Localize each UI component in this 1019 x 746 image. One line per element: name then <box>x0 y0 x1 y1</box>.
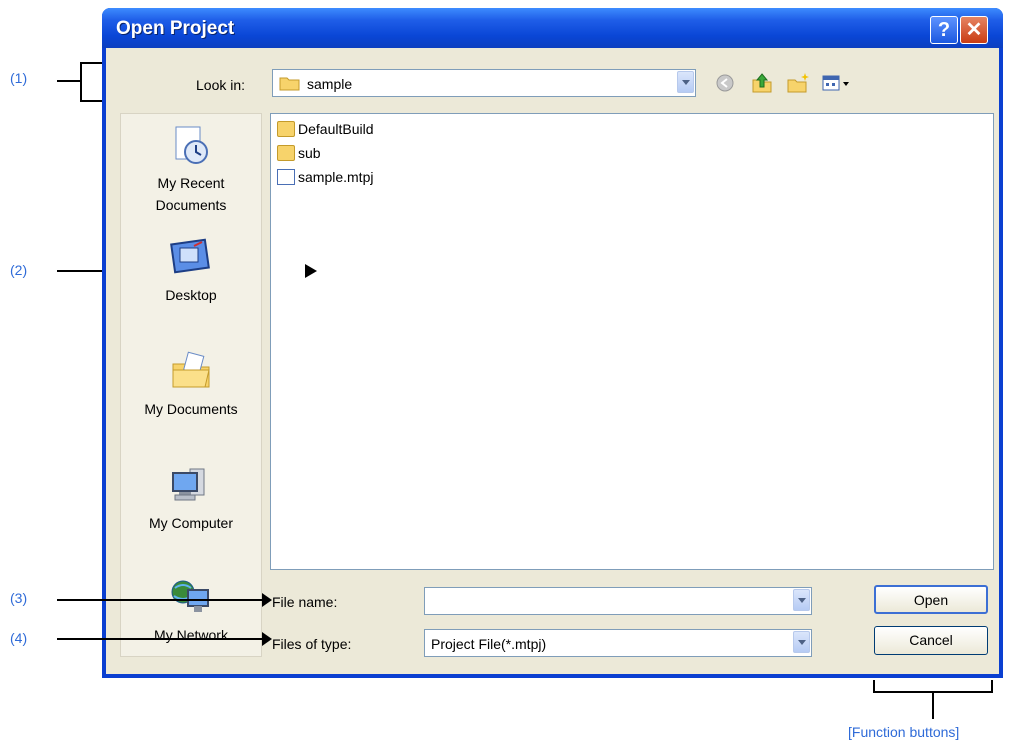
views-menu-icon[interactable] <box>822 74 850 92</box>
place-my-network[interactable]: My Network <box>121 576 261 646</box>
files-of-type-label: Files of type: <box>272 636 352 652</box>
callout-1-line <box>57 80 82 82</box>
place-label: My Computer <box>148 515 234 531</box>
list-item[interactable]: sub <box>277 143 321 163</box>
place-desktop[interactable]: Desktop <box>121 236 261 306</box>
dialog-title: Open Project <box>116 18 235 39</box>
file-name: sub <box>298 145 321 161</box>
callout-2-arrowhead <box>305 264 317 278</box>
place-my-documents[interactable]: My Documents <box>121 350 261 420</box>
files-of-type-dropdown[interactable]: Project File(*.mtpj) <box>424 629 812 657</box>
place-my-computer[interactable]: My Computer <box>121 464 261 534</box>
callout-3-arrowhead <box>262 593 272 607</box>
open-button[interactable]: Open <box>874 585 988 614</box>
callout-2: (2) <box>10 262 28 278</box>
desktop-icon <box>170 238 210 274</box>
callout-4: (4) <box>10 630 28 646</box>
title-bar[interactable]: Open Project ? ✕ <box>102 8 1003 48</box>
file-name: DefaultBuild <box>298 121 374 137</box>
close-button[interactable]: ✕ <box>960 16 988 44</box>
new-folder-icon[interactable] <box>786 72 810 94</box>
recent-documents-icon <box>175 126 208 164</box>
places-bar: My Recent Documents Desktop My Documents <box>120 113 262 657</box>
callout-3-line <box>57 599 267 601</box>
file-name-input[interactable] <box>424 587 812 615</box>
my-network-icon <box>171 580 209 612</box>
place-my-recent-documents[interactable]: My Recent Documents <box>121 124 261 216</box>
folder-icon <box>279 77 300 91</box>
open-project-dialog: Open Project ? ✕ Look in: sample My Rece… <box>102 8 1003 678</box>
file-name-dropdown-arrow[interactable] <box>793 589 810 611</box>
callout-4-arrowhead <box>262 632 272 646</box>
look-in-dropdown[interactable]: sample <box>272 69 696 97</box>
my-computer-icon <box>172 468 205 501</box>
place-label: Desktop <box>165 287 217 303</box>
list-item[interactable]: sample.mtpj <box>277 167 373 187</box>
folder-icon <box>277 121 295 137</box>
look-in-dropdown-arrow[interactable] <box>677 71 694 93</box>
function-buttons-bracket-stem <box>932 691 934 719</box>
file-list[interactable]: DefaultBuild sub sample.mtpj <box>270 113 994 570</box>
callout-function-buttons: [Function buttons] <box>848 724 960 740</box>
place-label: My Documents <box>144 401 238 417</box>
list-item[interactable]: DefaultBuild <box>277 119 374 139</box>
files-of-type-value: Project File(*.mtpj) <box>431 636 547 652</box>
up-folder-icon[interactable] <box>751 72 773 94</box>
help-button[interactable]: ? <box>930 16 958 44</box>
project-file-icon <box>277 169 295 185</box>
place-label: My Network <box>154 627 228 643</box>
my-documents-icon <box>172 351 210 388</box>
files-of-type-dropdown-arrow[interactable] <box>793 631 810 653</box>
callout-3: (3) <box>10 590 28 606</box>
look-in-label: Look in: <box>196 77 246 93</box>
place-label: My Recent Documents <box>155 175 227 213</box>
callout-1: (1) <box>10 70 28 86</box>
file-name: sample.mtpj <box>298 169 374 185</box>
file-name-label: File name: <box>272 594 338 610</box>
folder-icon <box>277 145 295 161</box>
back-icon[interactable] <box>716 74 734 92</box>
cancel-button[interactable]: Cancel <box>874 626 988 655</box>
look-in-value: sample <box>307 76 353 92</box>
callout-1-bracket <box>80 62 82 102</box>
dialog-body: Look in: sample My Recent Documents Desk… <box>106 48 999 674</box>
callout-4-line <box>57 638 267 640</box>
